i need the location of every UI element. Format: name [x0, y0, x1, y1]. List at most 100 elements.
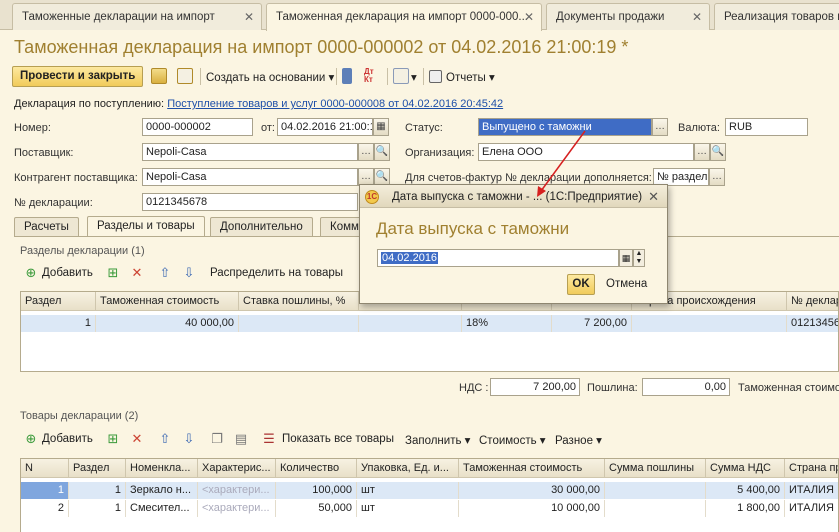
column-header[interactable]: Раздел: [69, 459, 126, 478]
move-up-icon[interactable]: ⇧: [158, 432, 172, 446]
close-icon[interactable]: ✕: [692, 10, 702, 24]
cost-label: Стоимость: [479, 435, 537, 447]
reports-menu[interactable]: Отчеты ▾: [446, 70, 495, 84]
close-icon[interactable]: ✕: [648, 189, 659, 205]
search-icon[interactable]: 🔍: [374, 143, 390, 161]
close-icon[interactable]: ✕: [244, 10, 254, 24]
spinner-icon[interactable]: ▲ ▼: [633, 249, 645, 267]
tab-sales-documents[interactable]: Документы продажи ✕: [546, 3, 710, 30]
tab-sales-realization[interactable]: Реализация товаров и: [714, 3, 839, 30]
copy-add-icon[interactable]: ⊞: [106, 432, 120, 446]
journal-icon[interactable]: [342, 68, 352, 84]
copy-add-icon[interactable]: ⊞: [106, 266, 120, 280]
cell-customs-value: 40 000,00: [96, 315, 239, 332]
tab-customs-declarations[interactable]: Таможенные декларации на импорт ✕: [12, 3, 262, 30]
tab-calculations[interactable]: Расчеты: [14, 217, 79, 236]
tab-comments[interactable]: Комм: [320, 217, 362, 236]
add-icon[interactable]: ⊕: [24, 266, 38, 280]
report-icon[interactable]: [429, 70, 442, 83]
attach-file-icon[interactable]: [393, 68, 409, 84]
number-field[interactable]: 0000-000002: [142, 118, 253, 136]
cell-vat: 7 200,00: [552, 315, 632, 332]
misc-menu[interactable]: Разное ▾: [555, 433, 602, 447]
ok-button[interactable]: OK: [567, 274, 595, 295]
goods-table[interactable]: N Раздел Номенкла... Характерис... Колич…: [20, 458, 839, 532]
column-header[interactable]: № деклар: [787, 292, 838, 311]
add-goods-button[interactable]: Добавить: [42, 433, 93, 445]
cell-characteristic: <характери...: [198, 482, 276, 499]
add-section-button[interactable]: Добавить: [42, 267, 93, 279]
show-all-goods-button[interactable]: Показать все товары: [282, 433, 394, 445]
cell-country: [632, 315, 787, 332]
move-down-icon[interactable]: ⇩: [182, 432, 196, 446]
debit-credit-icon[interactable]: Дт Кт: [364, 68, 380, 84]
add-icon[interactable]: ⊕: [24, 432, 38, 446]
show-all-icon[interactable]: ☰: [262, 432, 276, 446]
tab-label: Таможенные декларации на импорт: [22, 11, 215, 23]
tab-label: Таможенная декларация на импорт 0000-000…: [276, 11, 528, 23]
select-ellipsis-icon[interactable]: …: [694, 143, 710, 161]
column-header[interactable]: Характерис...: [198, 459, 276, 478]
cell-unit: шт: [357, 500, 459, 517]
select-ellipsis-icon[interactable]: …: [709, 168, 725, 186]
column-header[interactable]: Сумма НДС: [706, 459, 785, 478]
tab-additional[interactable]: Дополнительно: [210, 217, 313, 236]
counterparty-field[interactable]: Nepoli-Casa: [142, 168, 358, 186]
search-icon[interactable]: 🔍: [710, 143, 726, 161]
tab-sections-goods[interactable]: Разделы и товары: [87, 216, 205, 237]
column-header[interactable]: Упаковка, Ед. и...: [357, 459, 459, 478]
close-icon[interactable]: ✕: [524, 10, 534, 24]
cell-declaration: 01213456: [787, 315, 838, 332]
status-field[interactable]: Выпущено с таможни: [478, 118, 652, 136]
column-header[interactable]: Страна про: [785, 459, 838, 478]
post-and-close-button[interactable]: Провести и закрыть: [12, 66, 144, 87]
release-date-dialog: 1C Дата выпуска с таможни - ... (1С:Пред…: [359, 184, 668, 304]
post-document-icon[interactable]: [177, 68, 193, 84]
save-icon[interactable]: [151, 68, 167, 84]
cost-menu[interactable]: Стоимость ▾: [479, 433, 546, 447]
calendar-icon[interactable]: ▦: [373, 118, 389, 136]
goods-title: Товары декларации (2): [20, 410, 139, 422]
declaration-number-label: № декларации:: [14, 197, 93, 209]
delete-icon[interactable]: ✕: [130, 266, 144, 280]
declaration-number-field[interactable]: 0121345678: [142, 193, 358, 211]
goods-toolbar: ⊕ Добавить ⊞ ✕ ⇧ ⇩ ❐ ▤ ☰ Показать все то…: [20, 429, 839, 451]
column-header[interactable]: Сумма пошлины: [605, 459, 706, 478]
fill-menu[interactable]: Заполнить ▾: [405, 433, 470, 447]
column-header[interactable]: Раздел: [21, 292, 96, 311]
create-based-on-menu[interactable]: Создать на основании ▾: [206, 70, 334, 84]
move-up-icon[interactable]: ⇧: [158, 266, 172, 280]
delete-icon[interactable]: ✕: [130, 432, 144, 446]
tab-customs-declaration-current[interactable]: Таможенная декларация на импорт 0000-000…: [266, 3, 542, 31]
release-date-input[interactable]: 04.02.2016: [377, 249, 619, 267]
column-header[interactable]: Ставка пошлины, %: [239, 292, 359, 311]
move-down-icon[interactable]: ⇩: [182, 266, 196, 280]
column-header[interactable]: Таможенная стоимость: [459, 459, 605, 478]
tab-label: Реализация товаров и: [724, 11, 839, 23]
cancel-button[interactable]: Отмена: [606, 278, 647, 290]
paste-icon[interactable]: ▤: [234, 432, 248, 446]
cell-customs-value: 30 000,00: [459, 482, 605, 499]
supplier-field[interactable]: Nepoli-Casa: [142, 143, 358, 161]
calendar-icon[interactable]: ▦: [619, 249, 633, 267]
column-header[interactable]: Номенкла...: [126, 459, 198, 478]
cell-n: 1: [21, 482, 69, 499]
copy-icon[interactable]: ❐: [210, 432, 224, 446]
basis-link[interactable]: Поступление товаров и услуг 0000-000008 …: [167, 98, 503, 110]
column-header[interactable]: N: [21, 459, 69, 478]
select-ellipsis-icon[interactable]: …: [358, 143, 374, 161]
select-ellipsis-icon[interactable]: …: [652, 118, 668, 136]
organization-field[interactable]: Елена ООО: [478, 143, 694, 161]
release-date-value: 04.02.2016: [381, 252, 439, 264]
distribute-to-goods-button[interactable]: Распределить на товары: [210, 267, 343, 279]
supplier-label: Поставщик:: [14, 147, 74, 159]
chevron-down-icon[interactable]: ▾: [411, 70, 417, 84]
column-header[interactable]: Количество: [276, 459, 357, 478]
date-field[interactable]: 04.02.2016 21:00:19: [277, 118, 373, 136]
counterparty-label: Контрагент поставщика:: [14, 172, 138, 184]
currency-field[interactable]: RUB: [725, 118, 808, 136]
column-header[interactable]: Таможенная стоимость: [96, 292, 239, 311]
dialog-titlebar[interactable]: 1C Дата выпуска с таможни - ... (1С:Пред…: [360, 185, 667, 208]
toolbar-separator: [200, 68, 201, 85]
cell-section: 1: [21, 315, 96, 332]
